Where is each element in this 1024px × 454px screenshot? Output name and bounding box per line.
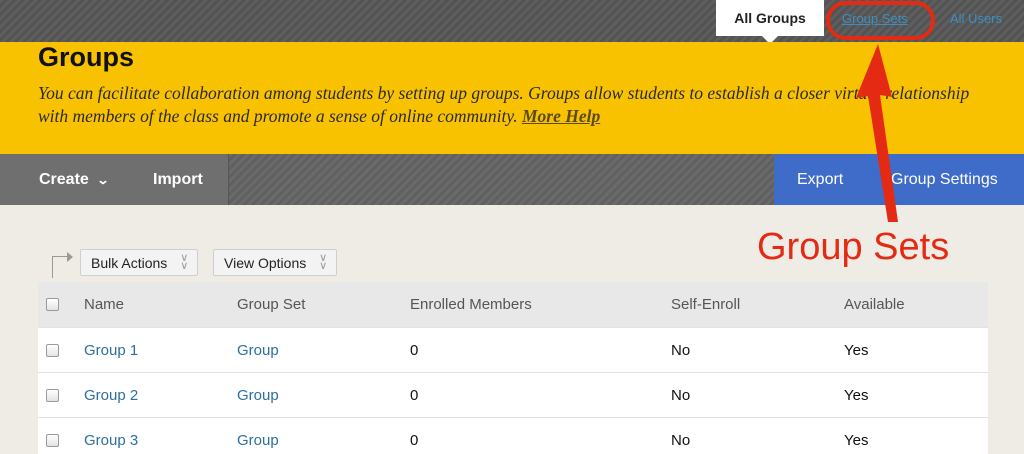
annotation-label: Group Sets bbox=[757, 226, 950, 268]
